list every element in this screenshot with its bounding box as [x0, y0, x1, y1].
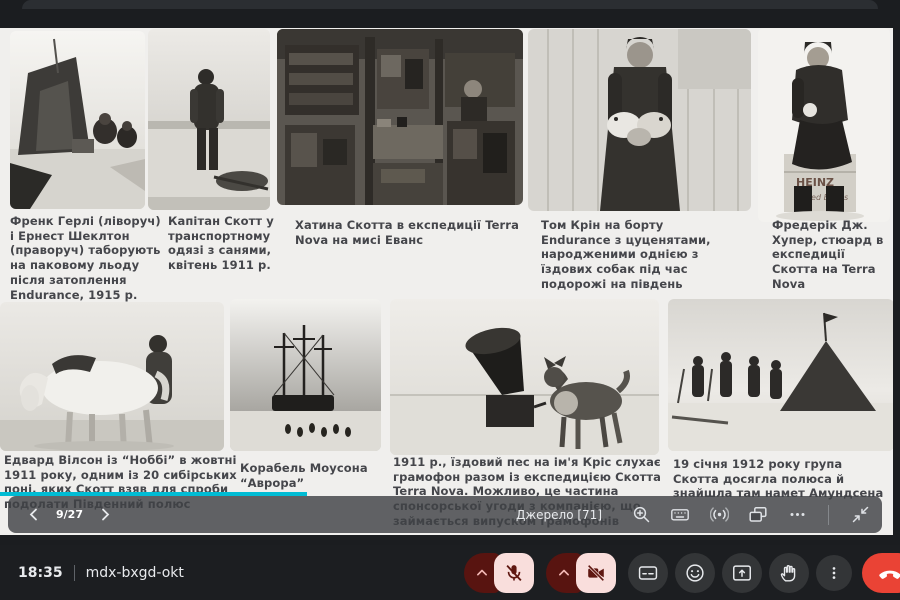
- meeting-info: 18:35 mdx-bxgd-okt: [18, 545, 184, 600]
- raise-hand-button[interactable]: [769, 553, 809, 593]
- slide-nav: 9/27: [24, 506, 115, 524]
- camera-off-button[interactable]: [576, 553, 616, 593]
- presentation-control-bar: 9/27 Джерело [71]: [8, 496, 882, 533]
- caption-crean-puppies: Том Крін на борту Endurance з цуценятами…: [541, 218, 735, 292]
- meet-call-screen: { "colors": { "canvas_bg": "#1b1d20", "s…: [0, 0, 900, 600]
- keyboard-shortcuts-button[interactable]: [670, 505, 690, 525]
- present-windows-icon: [748, 505, 768, 524]
- mic-off-icon: [503, 562, 525, 584]
- reactions-button[interactable]: [675, 553, 715, 593]
- keyboard-icon: [670, 505, 690, 524]
- photo-crean-puppies-art: [528, 29, 751, 211]
- previous-slide-button[interactable]: [24, 506, 42, 524]
- laser-pointer-button[interactable]: [709, 505, 729, 525]
- next-slide-button[interactable]: [97, 506, 115, 524]
- more-tools-button[interactable]: [787, 505, 807, 525]
- present-screen-button[interactable]: [722, 553, 762, 593]
- photo-dog-gramophone-art: [390, 299, 659, 455]
- slide-bar-right-group: Джерело [71]: [516, 505, 870, 525]
- chevron-up-icon: [472, 563, 492, 583]
- photo-aurora-ship-art: [230, 299, 381, 451]
- slide-bar-divider: [828, 505, 829, 525]
- meet-bottom-bar: 18:35 mdx-bxgd-okt: [0, 545, 900, 600]
- meeting-code: mdx-bxgd-okt: [86, 565, 184, 581]
- photo-hooper-crate: HEINZ Baked Beans: [758, 28, 890, 222]
- photo-dog-gramophone: [390, 299, 659, 455]
- present-screen-icon: [731, 562, 753, 584]
- mic-mute-button[interactable]: [494, 553, 534, 593]
- photo-scott-sledge: [148, 29, 270, 210]
- more-horizontal-icon: [788, 505, 807, 524]
- caption-amundsen-tent: 19 січня 1912 року група Скотта досягла …: [673, 457, 889, 501]
- camera-off-icon: [585, 562, 607, 584]
- photo-amundsen-tent: [668, 299, 893, 451]
- photo-endurance-camp-art: [10, 31, 145, 209]
- zoom-in-icon: [632, 505, 651, 524]
- info-divider: [74, 565, 75, 581]
- chevron-up-icon: [554, 563, 574, 583]
- shared-presentation-slide[interactable]: HEINZ Baked Beans Френк Герлі (ліворуч) …: [0, 28, 893, 535]
- photo-pony-nobby: [0, 302, 224, 451]
- raised-hand-icon: [778, 562, 800, 584]
- more-options-button[interactable]: [816, 555, 852, 591]
- captions-button[interactable]: [628, 553, 668, 593]
- chevron-right-icon: [101, 508, 110, 521]
- photo-hooper-crate-art: HEINZ Baked Beans: [758, 28, 890, 222]
- more-vertical-icon: [824, 563, 844, 583]
- mic-control-group: [464, 553, 534, 593]
- camera-control-group: [546, 553, 616, 593]
- photo-crean-puppies: [528, 29, 751, 211]
- call-controls: [464, 545, 900, 600]
- shared-window-top-edge: [22, 0, 878, 9]
- photo-aurora-ship: [230, 299, 381, 451]
- photo-scott-sledge-art: [148, 29, 270, 210]
- collapse-icon: [851, 505, 870, 524]
- photo-endurance-camp: [10, 31, 145, 209]
- caption-hut-interior: Хатина Скотта в експедиції Terra Nova на…: [295, 218, 523, 247]
- slide-page-indicator: 9/27: [56, 508, 83, 521]
- source-label: Джерело [71]: [516, 508, 602, 522]
- captions-icon: [637, 562, 659, 584]
- caption-scott-sledge: Капітан Скотт у транспортному одязі з са…: [168, 214, 280, 273]
- smiley-icon: [684, 562, 706, 584]
- present-windows-button[interactable]: [748, 505, 768, 525]
- photo-hut-interior-art: [277, 29, 523, 205]
- photo-pony-nobby-art: [0, 302, 224, 451]
- caption-endurance-camp: Френк Герлі (ліворуч) і Ернест Шеклтон (…: [10, 214, 164, 302]
- photo-hut-interior: [277, 29, 523, 205]
- caption-aurora-ship: Корабель Моусона “Аврора”: [240, 461, 390, 490]
- photo-amundsen-tent-art: [668, 299, 893, 451]
- caption-hooper: Фредерік Дж. Хупер, стюард в експедиції …: [772, 218, 888, 292]
- call-end-icon: [877, 560, 900, 586]
- clock-time: 18:35: [18, 565, 63, 581]
- collapse-presentation-button[interactable]: [850, 505, 870, 525]
- end-call-button[interactable]: [862, 553, 900, 593]
- chevron-left-icon: [29, 508, 38, 521]
- laser-pointer-icon: [710, 505, 729, 524]
- zoom-in-button[interactable]: [631, 505, 651, 525]
